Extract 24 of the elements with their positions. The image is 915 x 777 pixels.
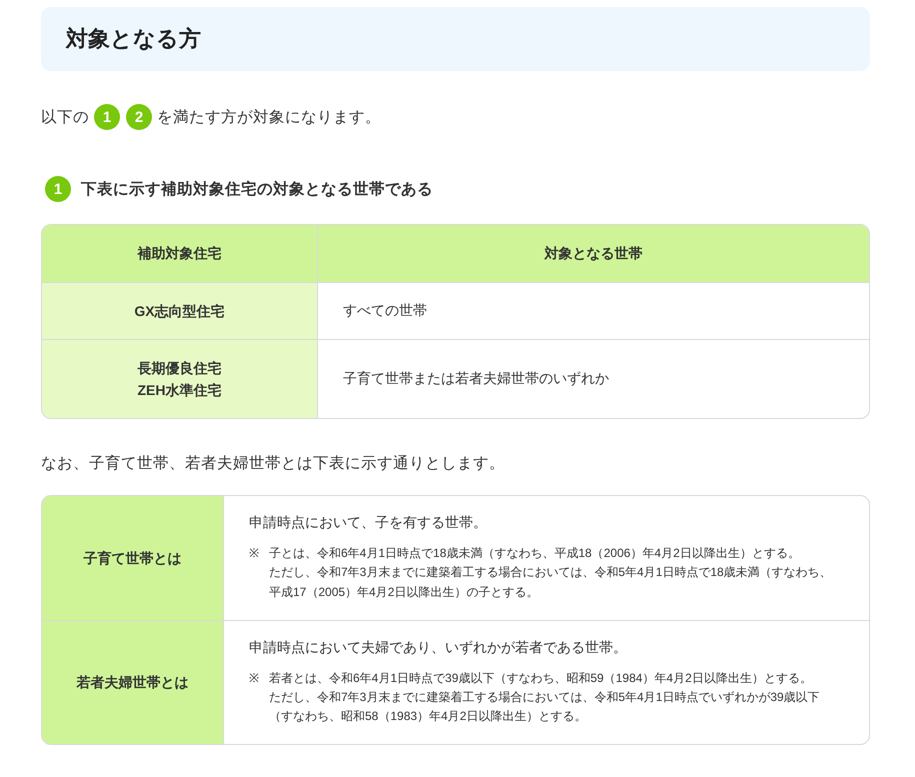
note-mark: ※	[249, 545, 260, 562]
note-text: 子とは、令和6年4月1日時点で18歳未満（すなわち、平成18（2006）年4月2日以降出生）とする。	[269, 545, 801, 562]
note-text: 若者とは、令和6年4月1日時点で39歳以下（すなわち、昭和59（1984）年4月2日以降出生）とする。	[269, 670, 813, 687]
table-cell: GX志向型住宅	[42, 282, 318, 339]
table-cell: 子育て世帯または若者夫婦世帯のいずれか	[318, 339, 869, 418]
table-cell: 長期優良住宅 ZEH水準住宅	[42, 339, 318, 418]
number-badge: 1	[45, 176, 71, 202]
definition-text: 申請時点において夫婦であり、いずれかが若者である世帯。	[249, 638, 628, 657]
intro-text: を満たす方が対象になります。	[157, 108, 381, 128]
note-text: ただし、令和7年3月末までに建築着工する場合においては、令和5年4月1日時点でいずれかが39歳以下（すなわち、昭和58（1983）年4月2日以降出生）とする。	[269, 688, 821, 726]
note-text: ただし、令和7年3月末までに建築着工する場合においては、令和5年4月1日時点で18歳未満（すなわち、平成17（2005）年4月2日以降出生）の子とする。	[269, 564, 833, 601]
column-header: 対象となる世帯	[318, 225, 869, 282]
section-title: 対象となる方	[66, 25, 201, 53]
paragraph: なお、子育て世帯、若者夫婦世帯とは下表に示す通りとします。	[41, 454, 506, 474]
subheading: 下表に示す補助対象住宅の対象となる世帯である	[81, 180, 433, 200]
definition-text: 申請時点において、子を有する世帯。	[249, 514, 488, 532]
intro-text: 以下の	[41, 108, 89, 128]
row-header: 若者夫婦世帯とは	[42, 620, 224, 744]
column-header: 補助対象住宅	[42, 225, 318, 282]
row-header: 子育て世帯とは	[42, 496, 224, 620]
table-cell: すべての世帯	[318, 282, 869, 339]
number-badge: 1	[94, 104, 120, 130]
note-mark: ※	[249, 670, 260, 687]
number-badge: 2	[126, 104, 152, 130]
